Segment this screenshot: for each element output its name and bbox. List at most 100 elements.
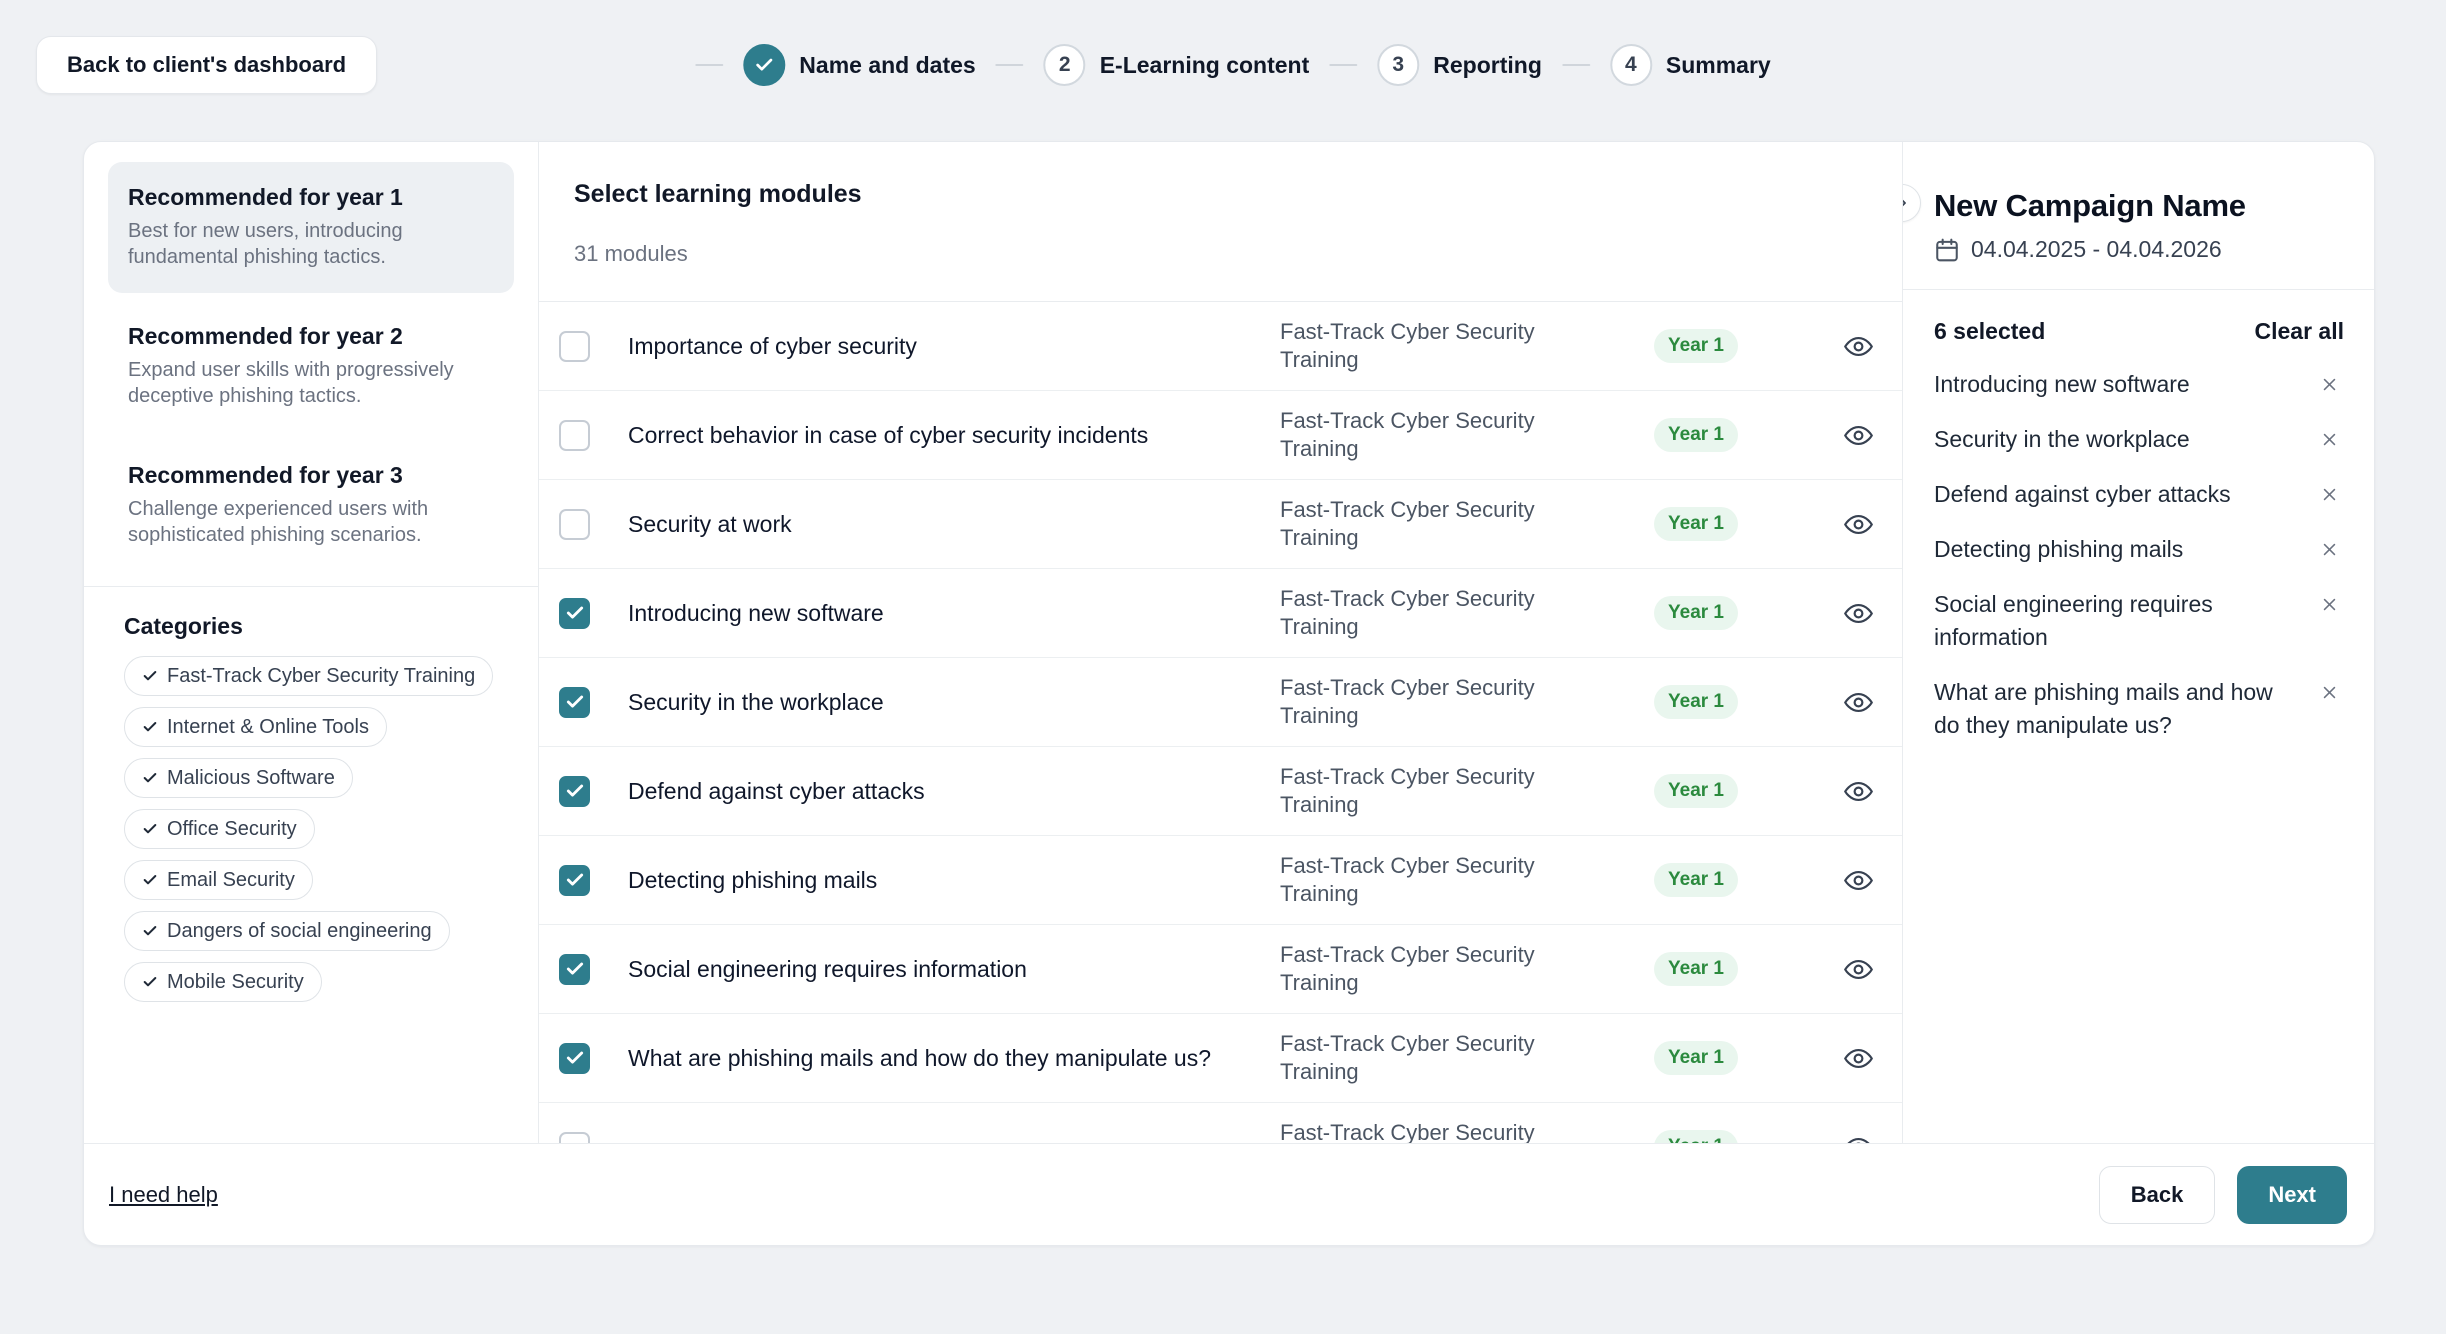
selected-item-label: Security in the workplace <box>1934 423 2314 456</box>
check-icon <box>142 821 158 837</box>
category-chip[interactable]: Internet & Online Tools <box>124 707 387 747</box>
remove-item-button[interactable] <box>2314 423 2344 456</box>
selected-item: Defend against cyber attacks <box>1934 467 2344 522</box>
module-checkbox[interactable] <box>559 1043 590 1074</box>
campaign-date-range: 04.04.2025 - 04.04.2026 <box>1971 236 2222 263</box>
module-title: Importance of cyber security <box>628 333 1280 360</box>
step-label: Name and dates <box>799 52 975 79</box>
year-badge: Year 1 <box>1654 418 1738 452</box>
step-circle: 4 <box>1610 44 1652 86</box>
sidebar-divider <box>84 586 538 587</box>
preview-button[interactable] <box>1841 418 1875 452</box>
preview-button[interactable] <box>1841 863 1875 897</box>
check-icon <box>142 974 158 990</box>
module-checkbox[interactable] <box>559 420 590 451</box>
category-chip[interactable]: Dangers of social engineering <box>124 911 450 951</box>
category-chip[interactable]: Malicious Software <box>124 758 353 798</box>
module-checkbox[interactable] <box>559 865 590 896</box>
module-checkbox[interactable] <box>559 954 590 985</box>
module-row: Introducing new software Fast-Track Cybe… <box>539 569 1902 658</box>
module-row: What are phishing mails and how do they … <box>539 1014 1902 1103</box>
campaign-summary-panel: New Campaign Name 04.04.2025 - 04.04.202… <box>1903 142 2374 1143</box>
recommendation-item[interactable]: Recommended for year 1 Best for new user… <box>108 162 514 293</box>
preview-button[interactable] <box>1841 952 1875 986</box>
preview-button[interactable] <box>1841 685 1875 719</box>
module-checkbox[interactable] <box>559 331 590 362</box>
module-row: Security in the workplace Fast-Track Cyb… <box>539 658 1902 747</box>
category-chip-label: Internet & Online Tools <box>167 716 369 739</box>
preview-button[interactable] <box>1841 507 1875 541</box>
top-bar: Back to client's dashboard 1 Name and da… <box>0 0 2446 130</box>
eye-icon <box>1844 421 1873 450</box>
module-checkbox[interactable] <box>559 509 590 540</box>
module-row: Fast-Track Cyber Security Training Year … <box>539 1103 1902 1143</box>
preview-button[interactable] <box>1841 1130 1875 1143</box>
module-title: Security in the workplace <box>628 689 1280 716</box>
category-chip[interactable]: Mobile Security <box>124 962 322 1002</box>
close-icon <box>2321 431 2338 448</box>
selected-item-label: Social engineering requires information <box>1934 588 2314 654</box>
module-row: Importance of cyber security Fast-Track … <box>539 302 1902 391</box>
recommendation-description: Best for new users, introducing fundamen… <box>128 218 494 271</box>
filters-sidebar: Recommended for year 1 Best for new user… <box>84 142 539 1143</box>
recommendation-title: Recommended for year 1 <box>128 184 494 211</box>
check-icon <box>142 770 158 786</box>
selected-item: What are phishing mails and how do they … <box>1934 665 2344 753</box>
category-chip[interactable]: Email Security <box>124 860 313 900</box>
back-button[interactable]: Back <box>2099 1166 2216 1224</box>
remove-item-button[interactable] <box>2314 588 2344 621</box>
module-category: Fast-Track Cyber Security Training <box>1280 407 1610 463</box>
clear-all-button[interactable]: Clear all <box>2255 318 2345 345</box>
chevron-right-icon <box>1903 194 1911 212</box>
remove-item-button[interactable] <box>2314 676 2344 709</box>
year-badge: Year 1 <box>1654 863 1738 897</box>
help-link[interactable]: I need help <box>109 1182 218 1208</box>
preview-button[interactable] <box>1841 596 1875 630</box>
categories-title: Categories <box>124 613 514 640</box>
module-row: Correct behavior in case of cyber securi… <box>539 391 1902 480</box>
close-icon <box>2321 541 2338 558</box>
module-row: Defend against cyber attacks Fast-Track … <box>539 747 1902 836</box>
collapse-panel-button[interactable] <box>1903 184 1921 222</box>
check-icon <box>142 668 158 684</box>
wizard-footer: I need help Back Next <box>84 1143 2374 1245</box>
module-title: Defend against cyber attacks <box>628 778 1280 805</box>
year-badge: Year 1 <box>1654 685 1738 719</box>
module-title: What are phishing mails and how do they … <box>628 1045 1280 1072</box>
category-chip-label: Mobile Security <box>167 971 304 994</box>
recommendation-item[interactable]: Recommended for year 3 Challenge experie… <box>108 440 514 571</box>
module-checkbox[interactable] <box>559 598 590 629</box>
selected-count: 6 selected <box>1934 318 2045 345</box>
module-checkbox[interactable] <box>559 776 590 807</box>
recommendation-item[interactable]: Recommended for year 2 Expand user skill… <box>108 301 514 432</box>
preview-button[interactable] <box>1841 329 1875 363</box>
close-icon <box>2321 486 2338 503</box>
category-chip[interactable]: Office Security <box>124 809 315 849</box>
check-icon <box>565 959 585 979</box>
year-badge: Year 1 <box>1654 507 1738 541</box>
module-category: Fast-Track Cyber Security Training <box>1280 1119 1610 1143</box>
back-to-dashboard-button[interactable]: Back to client's dashboard <box>36 36 377 94</box>
year-badge: Year 1 <box>1654 1130 1738 1143</box>
year-badge: Year 1 <box>1654 774 1738 808</box>
remove-item-button[interactable] <box>2314 478 2344 511</box>
category-chip[interactable]: Fast-Track Cyber Security Training <box>124 656 493 696</box>
check-icon <box>565 1048 585 1068</box>
stepper-step[interactable]: 1 Name and dates <box>675 44 975 86</box>
module-checkbox[interactable] <box>559 1132 590 1144</box>
wizard-stepper: 1 Name and dates 2 E-Learning content 3 … <box>675 36 1770 94</box>
eye-icon <box>1844 866 1873 895</box>
stepper-step[interactable]: 2 E-Learning content <box>976 44 1310 86</box>
eye-icon <box>1844 1133 1873 1144</box>
eye-icon <box>1844 510 1873 539</box>
stepper-step[interactable]: 4 Summary <box>1542 44 1771 86</box>
preview-button[interactable] <box>1841 774 1875 808</box>
remove-item-button[interactable] <box>2314 368 2344 401</box>
stepper-step[interactable]: 3 Reporting <box>1309 44 1542 86</box>
remove-item-button[interactable] <box>2314 533 2344 566</box>
recommendation-description: Expand user skills with progressively de… <box>128 357 494 410</box>
module-checkbox[interactable] <box>559 687 590 718</box>
preview-button[interactable] <box>1841 1041 1875 1075</box>
content-row: Recommended for year 1 Best for new user… <box>84 142 2374 1143</box>
next-button[interactable]: Next <box>2237 1166 2347 1224</box>
